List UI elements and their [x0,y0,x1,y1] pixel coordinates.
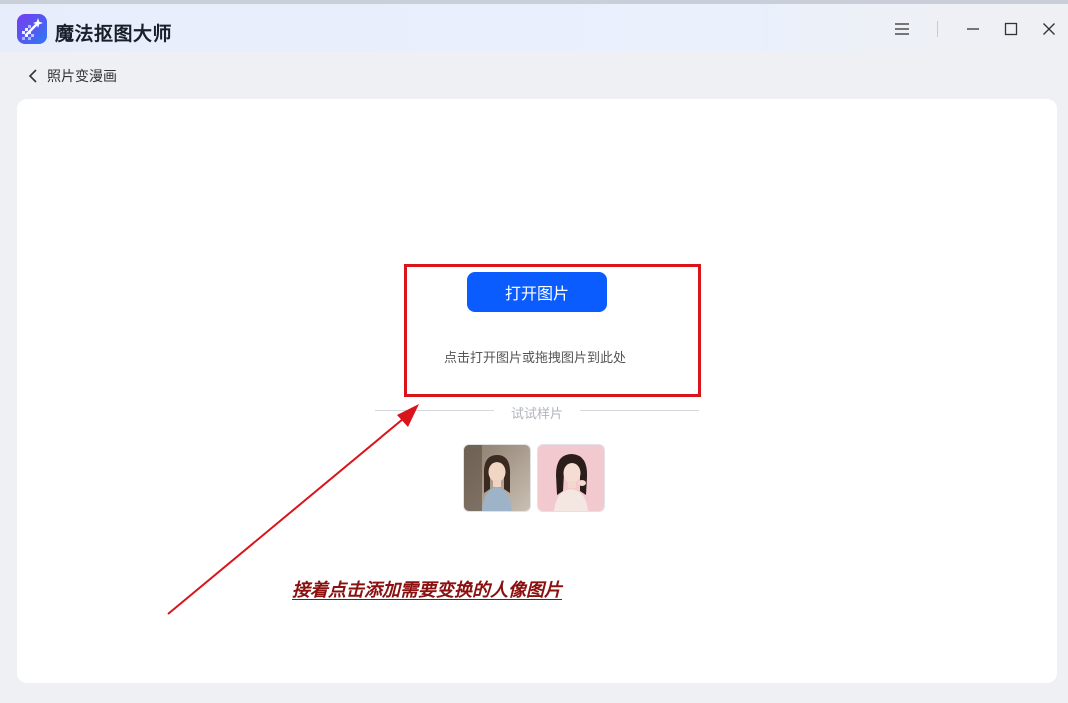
annotation-text: 接着点击添加需要变换的人像图片 [292,580,562,601]
